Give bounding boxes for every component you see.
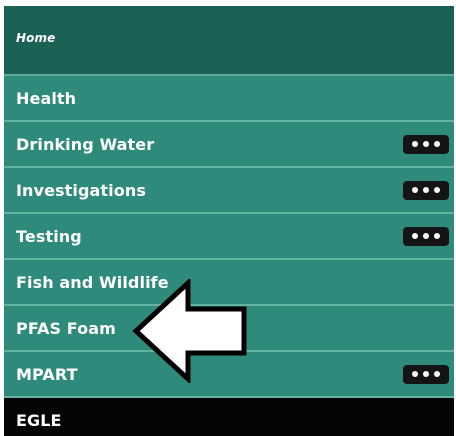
more-dot-icon: [412, 233, 418, 239]
menu-item-investigations-label: Investigations: [16, 180, 146, 200]
menu-item-home-label: Home: [16, 31, 56, 45]
left-arrow-icon: [132, 279, 247, 383]
menu-item-drinking-water[interactable]: Drinking Water: [4, 122, 454, 168]
more-dot-icon: [423, 141, 429, 147]
more-dot-icon: [434, 141, 440, 147]
more-dot-icon: [423, 233, 429, 239]
more-dot-icon: [423, 187, 429, 193]
more-dot-icon: [412, 371, 418, 377]
more-dot-icon: [434, 371, 440, 377]
menu-item-investigations[interactable]: Investigations: [4, 168, 454, 214]
menu-item-egle[interactable]: EGLE: [4, 398, 454, 436]
more-dot-icon: [423, 371, 429, 377]
menu-item-mpart-label: MPART: [16, 364, 78, 384]
more-dot-icon: [434, 233, 440, 239]
more-dot-icon: [434, 187, 440, 193]
drinking-water-more-button[interactable]: [403, 134, 449, 154]
more-dot-icon: [412, 187, 418, 193]
investigations-more-button[interactable]: [403, 180, 449, 200]
menu-item-drinking-water-label: Drinking Water: [16, 134, 155, 154]
menu-item-health-label: Health: [16, 88, 77, 108]
menu-item-testing-label: Testing: [16, 226, 82, 246]
menu-item-health[interactable]: Health: [4, 76, 454, 122]
menu-item-testing[interactable]: Testing: [4, 214, 454, 260]
menu-item-egle-label: EGLE: [16, 410, 62, 430]
menu-item-home[interactable]: Home: [4, 6, 454, 76]
site-navigation-menu: Home Health Drinking Water Investigation…: [4, 6, 454, 436]
mpart-more-button[interactable]: [403, 364, 449, 384]
menu-item-pfas-foam-label: PFAS Foam: [16, 318, 116, 338]
more-dot-icon: [412, 141, 418, 147]
testing-more-button[interactable]: [403, 226, 449, 246]
